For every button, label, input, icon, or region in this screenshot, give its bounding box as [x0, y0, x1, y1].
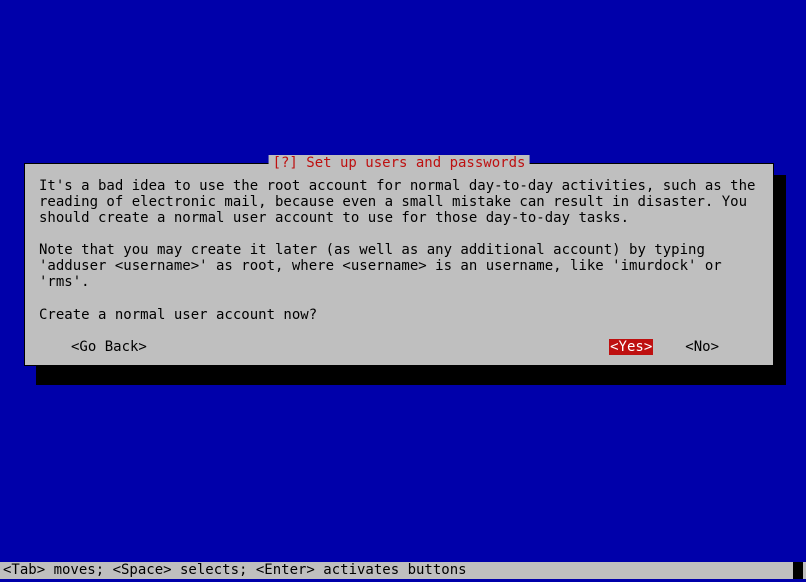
dialog-title: [?] Set up users and passwords — [269, 155, 530, 171]
dialog-question: Create a normal user account now? — [39, 307, 759, 323]
status-bar-indicator — [793, 562, 803, 579]
button-row: <Go Back> <Yes> <No> — [39, 339, 759, 355]
dialog-paragraph-1: It's a bad idea to use the root account … — [39, 178, 759, 226]
status-bar-text: <Tab> moves; <Space> selects; <Enter> ac… — [3, 562, 467, 579]
dialog-body: It's a bad idea to use the root account … — [39, 178, 759, 355]
dialog-paragraph-2: Note that you may create it later (as we… — [39, 242, 759, 290]
go-back-button[interactable]: <Go Back> — [71, 339, 147, 355]
yes-button[interactable]: <Yes> — [609, 339, 653, 355]
status-bar: <Tab> moves; <Space> selects; <Enter> ac… — [0, 562, 806, 579]
dialog-container: [?] Set up users and passwords It's a ba… — [24, 163, 774, 366]
no-button[interactable]: <No> — [685, 339, 719, 355]
dialog-box: [?] Set up users and passwords It's a ba… — [24, 163, 774, 366]
